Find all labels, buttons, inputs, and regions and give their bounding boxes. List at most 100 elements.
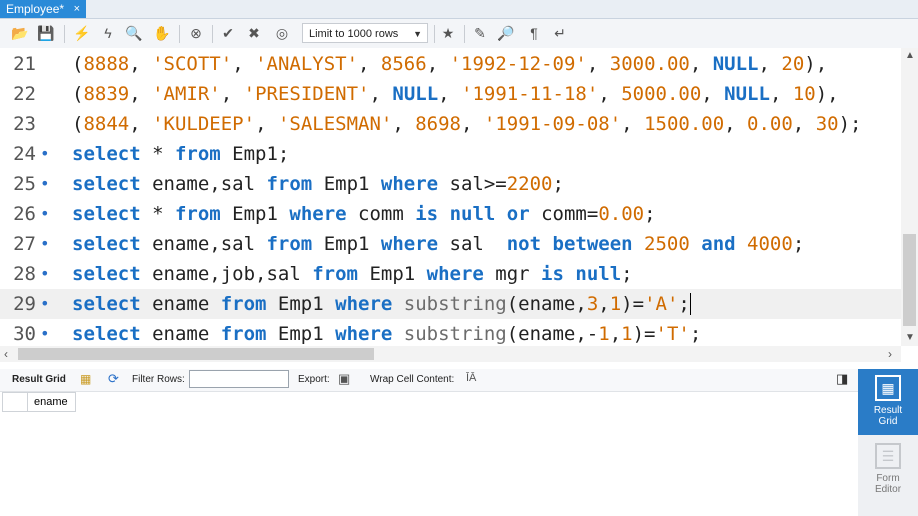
line-number: 25 [13,173,36,195]
code-line[interactable]: 21 (8888, 'SCOTT', 'ANALYST', 8566, '1992… [0,49,901,79]
code-token: select [72,203,141,225]
statement-marker-icon: • [40,324,50,343]
statement-marker-icon: • [40,144,50,163]
code-line[interactable]: 30 • select ename from Emp1 where substrin… [0,319,901,346]
grid-layout-icon[interactable]: ▦ [80,372,91,386]
result-grid-button[interactable]: ▦ Result Grid [858,369,918,435]
refresh-icon[interactable]: ⟳ [108,371,119,387]
sql-editor[interactable]: 21 (8888, 'SCOTT', 'ANALYST', 8566, '1992… [0,48,901,346]
invisible-chars-icon[interactable]: ¶ [524,23,544,43]
code-token: , [792,113,816,135]
code-line[interactable]: 29 • select ename from Emp1 where substrin… [0,289,901,319]
code-line[interactable]: 28 • select ename,job,sal from Emp1 where … [0,259,901,289]
code-token: , [426,53,450,75]
autocommit-icon[interactable]: ◎ [272,23,292,43]
code-token: 4000 [747,233,793,255]
code-token: (ename, [506,293,587,315]
code-token: 3000.00 [609,53,690,75]
code-token: '1991-11-18' [461,83,599,105]
scroll-up-icon[interactable]: ▲ [905,50,915,61]
beautify-icon[interactable]: ✎ [470,23,490,43]
toggle-results-icon[interactable]: ⊗ [186,23,206,43]
code-text: select ename,job,sal from Emp1 where mgr… [72,259,633,289]
horizontal-scroll-thumb[interactable] [18,348,374,360]
code-token: 20 [781,53,805,75]
toggle-panel-icon[interactable]: ◨ [836,371,848,387]
rollback-icon[interactable]: ✖ [244,23,264,43]
code-token: ; [792,233,805,255]
code-line[interactable]: 22 (8839, 'AMIR', 'PRESIDENT', NULL, '199… [0,79,901,109]
code-token: , [129,53,153,75]
code-token: select [72,233,141,255]
code-token: ename,sal [140,233,267,255]
code-token: '1991-09-08' [483,113,622,135]
code-token: 8888 [83,53,130,75]
code-line[interactable]: 25 • select ename,sal from Emp1 where sal>… [0,169,901,199]
scroll-right-icon[interactable]: › [888,347,892,361]
execute-current-icon[interactable]: ϟ [98,23,118,43]
code-line[interactable]: 26 • select * from Emp1 where comm is null… [0,199,901,229]
code-token: 'T' [655,323,690,345]
wrap-cell-icon[interactable]: ĪĀ [466,372,476,384]
save-icon[interactable]: 💾 [36,23,56,43]
column-header-ename[interactable]: ename [27,392,76,412]
code-token: ); [838,113,862,135]
code-text: (8844, 'KULDEEP', 'SALESMAN', 8698, '199… [72,109,861,139]
toolbar-separator [64,25,65,43]
code-token: , [232,53,256,75]
export-icon[interactable]: ▣ [338,371,350,387]
code-token: * [140,143,175,165]
scroll-left-icon[interactable]: ‹ [4,347,8,361]
commit-icon[interactable]: ✔ [218,23,238,43]
code-token: where [380,173,439,195]
code-token: null [449,203,496,225]
form-editor-button[interactable]: ☰ Form Editor [858,439,918,505]
code-text: select ename,sal from Emp1 where sal not… [72,229,804,259]
code-token: where [426,263,484,285]
execute-icon[interactable]: ⚡ [72,23,92,43]
code-token: , [392,113,416,135]
chevron-down-icon: ▼ [413,29,422,39]
sql-toolbar: 📂 💾 ⚡ ϟ 🔍 ✋ ⊗ ✔ ✖ ◎ Limit to 1000 rows ▼… [0,19,918,49]
code-token: where [335,293,393,315]
code-token: , [758,53,782,75]
code-token: 1500.00 [644,113,725,135]
limit-rows-select[interactable]: Limit to 1000 rows ▼ [302,23,428,43]
code-token: , [598,83,622,105]
bookmark-star-icon[interactable]: ★ [438,23,458,43]
code-token: ename,job,sal [140,263,313,285]
scroll-down-icon[interactable]: ▼ [905,332,915,343]
result-grid[interactable]: ename [0,392,858,516]
code-line[interactable]: 27 • select ename,sal from Emp1 where sal … [0,229,901,259]
row-selector-header[interactable] [2,392,28,412]
code-token: NULL [724,83,770,105]
line-number: 29 [13,293,36,315]
horizontal-scrollbar[interactable]: ‹ › [0,346,901,362]
stop-icon[interactable]: ✋ [152,23,172,43]
code-token: ( [72,83,84,105]
line-number: 27 [13,233,36,255]
open-folder-icon[interactable]: 📂 [10,23,30,43]
limit-rows-value: Limit to 1000 rows [309,28,399,40]
vertical-scroll-thumb[interactable] [903,234,916,326]
tab-close-icon[interactable]: × [74,0,80,18]
code-token: , [369,83,393,105]
statement-marker-icon: • [40,174,50,193]
code-token: from [174,143,221,165]
code-token: , [220,83,244,105]
code-line[interactable]: 23 (8844, 'KULDEEP', 'SALESMAN', 8698, '1… [0,109,901,139]
code-token: , [609,323,622,345]
word-wrap-icon[interactable]: ↵ [550,23,570,43]
tab-bar: Employee* × [0,0,918,19]
code-token: from [266,173,313,195]
explain-icon[interactable]: 🔍 [124,23,144,43]
code-token: 'AMIR' [152,83,221,105]
code-text: select ename,sal from Emp1 where sal>=22… [72,169,564,199]
filter-rows-input[interactable] [189,370,289,388]
vertical-scrollbar[interactable]: ▲ ▼ [901,48,918,346]
code-line[interactable]: 24 • select * from Emp1; [0,139,901,169]
code-token: (ename,- [506,323,599,345]
line-number: 23 [13,113,36,135]
tab-employee[interactable]: Employee* × [0,0,86,18]
find-icon[interactable]: 🔎 [496,23,516,43]
